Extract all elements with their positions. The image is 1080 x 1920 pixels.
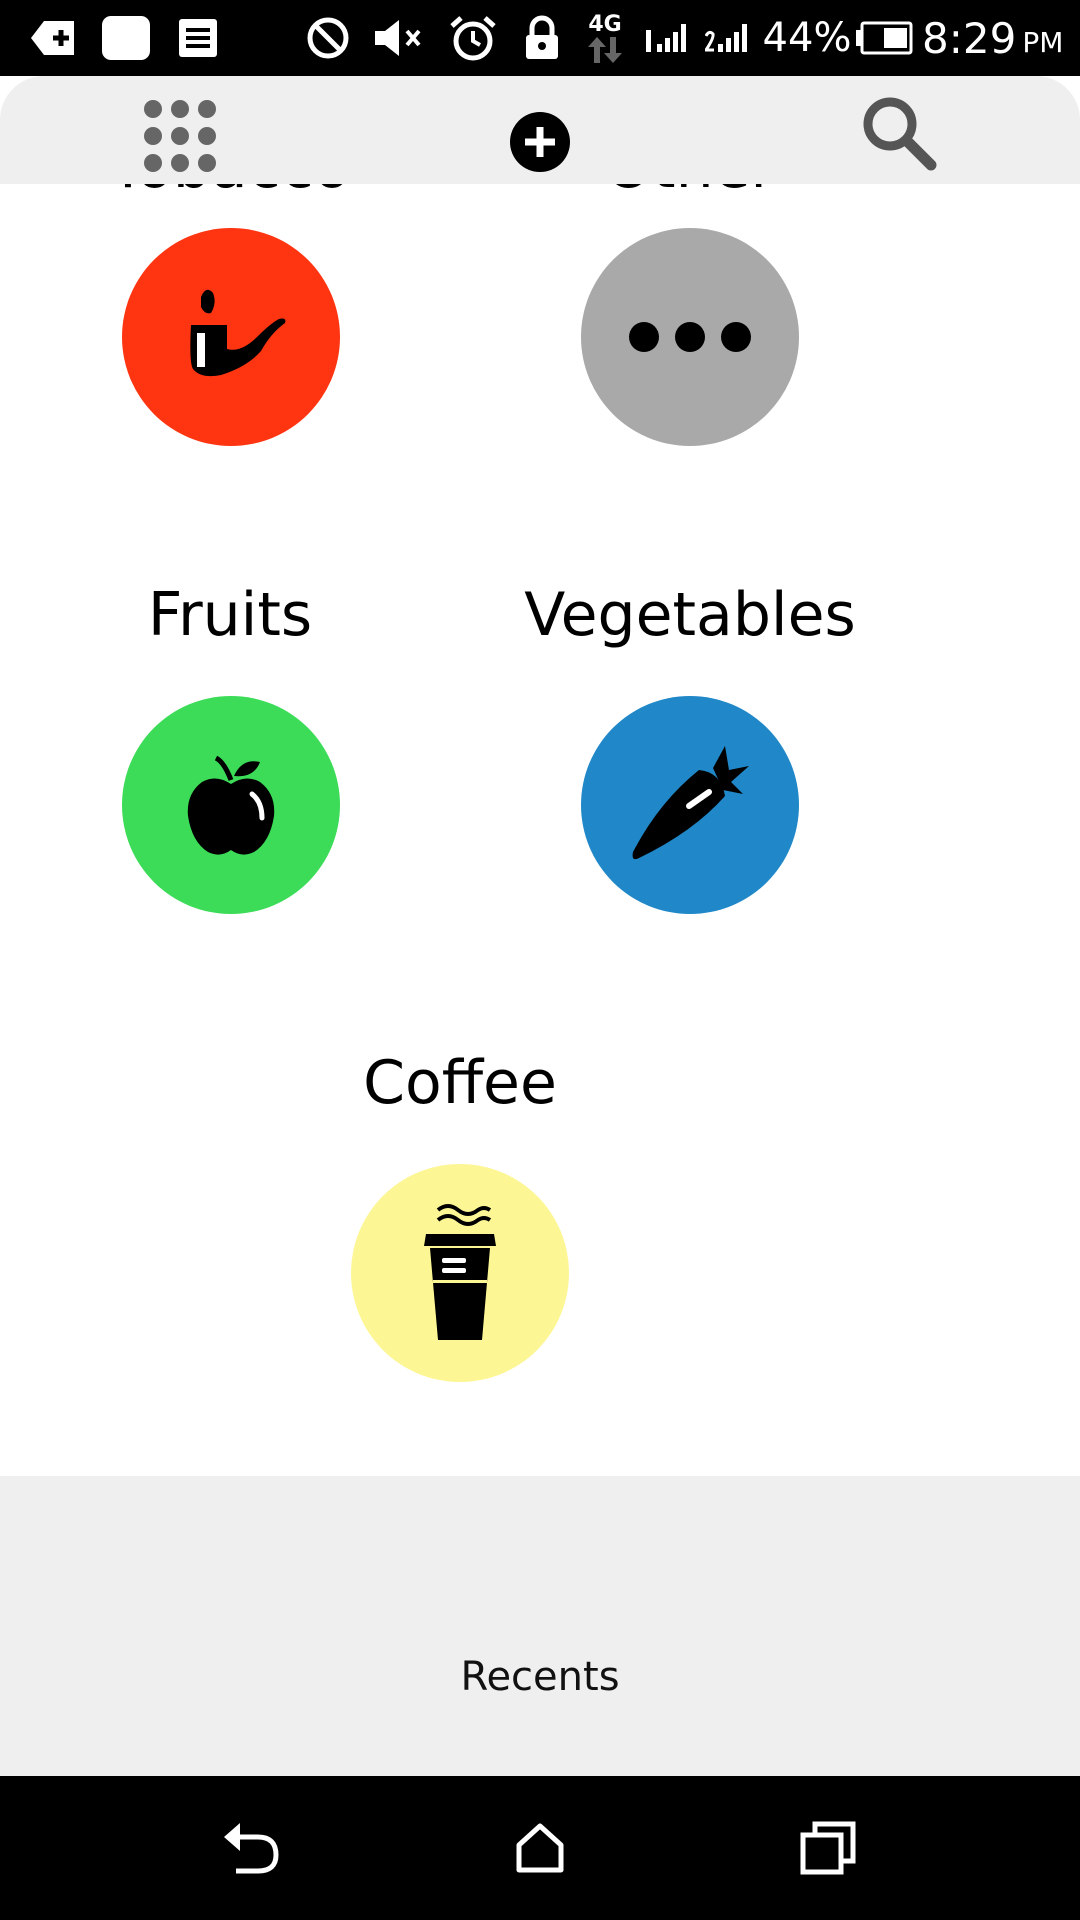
screen: 4G 44% 8:29 PM Fruits Vegetables Coffee …: [0, 0, 1080, 1920]
recents-label[interactable]: Recents: [0, 1654, 1080, 1700]
category-tobacco: Tobacco: [0, 184, 460, 446]
category-fruits: Fruits: [0, 578, 460, 914]
do-not-disturb-icon: [304, 0, 352, 76]
add-circle-icon[interactable]: [500, 102, 580, 182]
category-coffee: Coffee: [230, 1046, 690, 1382]
category-coffee-button[interactable]: [351, 1164, 569, 1382]
grid-menu-icon[interactable]: [136, 92, 224, 180]
recent-apps-icon[interactable]: [778, 1798, 878, 1898]
add-notification-icon: [28, 0, 78, 76]
more-dots-icon: [629, 322, 751, 352]
category-tobacco-button[interactable]: [122, 228, 340, 446]
top-toolbar: [0, 76, 1080, 184]
back-icon[interactable]: [202, 1798, 302, 1898]
lock-icon: [522, 0, 562, 76]
category-vegetables: Vegetables: [460, 578, 920, 914]
category-label: Coffee: [363, 1048, 557, 1118]
category-fruits-button[interactable]: [122, 696, 340, 914]
category-label: Other: [460, 184, 920, 204]
category-label: Vegetables: [524, 580, 856, 650]
home-icon[interactable]: [490, 1798, 590, 1898]
network-type-label: 4G: [588, 12, 622, 37]
alarm-icon: [448, 0, 498, 76]
apple-icon: [187, 755, 275, 855]
signal-sim2-icon: [704, 0, 752, 76]
recents-panel: Recents: [0, 1476, 1080, 1776]
clock: 8:29 PM: [922, 13, 1064, 63]
search-icon[interactable]: [856, 90, 942, 176]
battery-percent: 44%: [762, 15, 852, 61]
category-grid: Tobacco Other Fruits: [0, 184, 1080, 1476]
mute-icon: [372, 0, 428, 76]
pipe-icon: [190, 289, 286, 377]
carrot-icon: [632, 746, 749, 860]
photo-icon: [100, 0, 152, 76]
battery-icon: [854, 0, 914, 76]
signal-sim1-icon: [644, 0, 692, 76]
status-bar: 4G 44% 8:29 PM: [0, 0, 1080, 76]
data-transfer-icon: 4G: [584, 0, 626, 76]
category-label: Fruits: [147, 580, 313, 650]
category-vegetables-button[interactable]: [581, 696, 799, 914]
category-other: Other: [460, 184, 920, 446]
document-icon: [176, 0, 220, 76]
navigation-bar: [0, 1776, 1080, 1920]
category-label: Tobacco: [0, 184, 460, 204]
coffee-cup-icon: [424, 1204, 496, 1340]
category-other-button[interactable]: [581, 228, 799, 446]
